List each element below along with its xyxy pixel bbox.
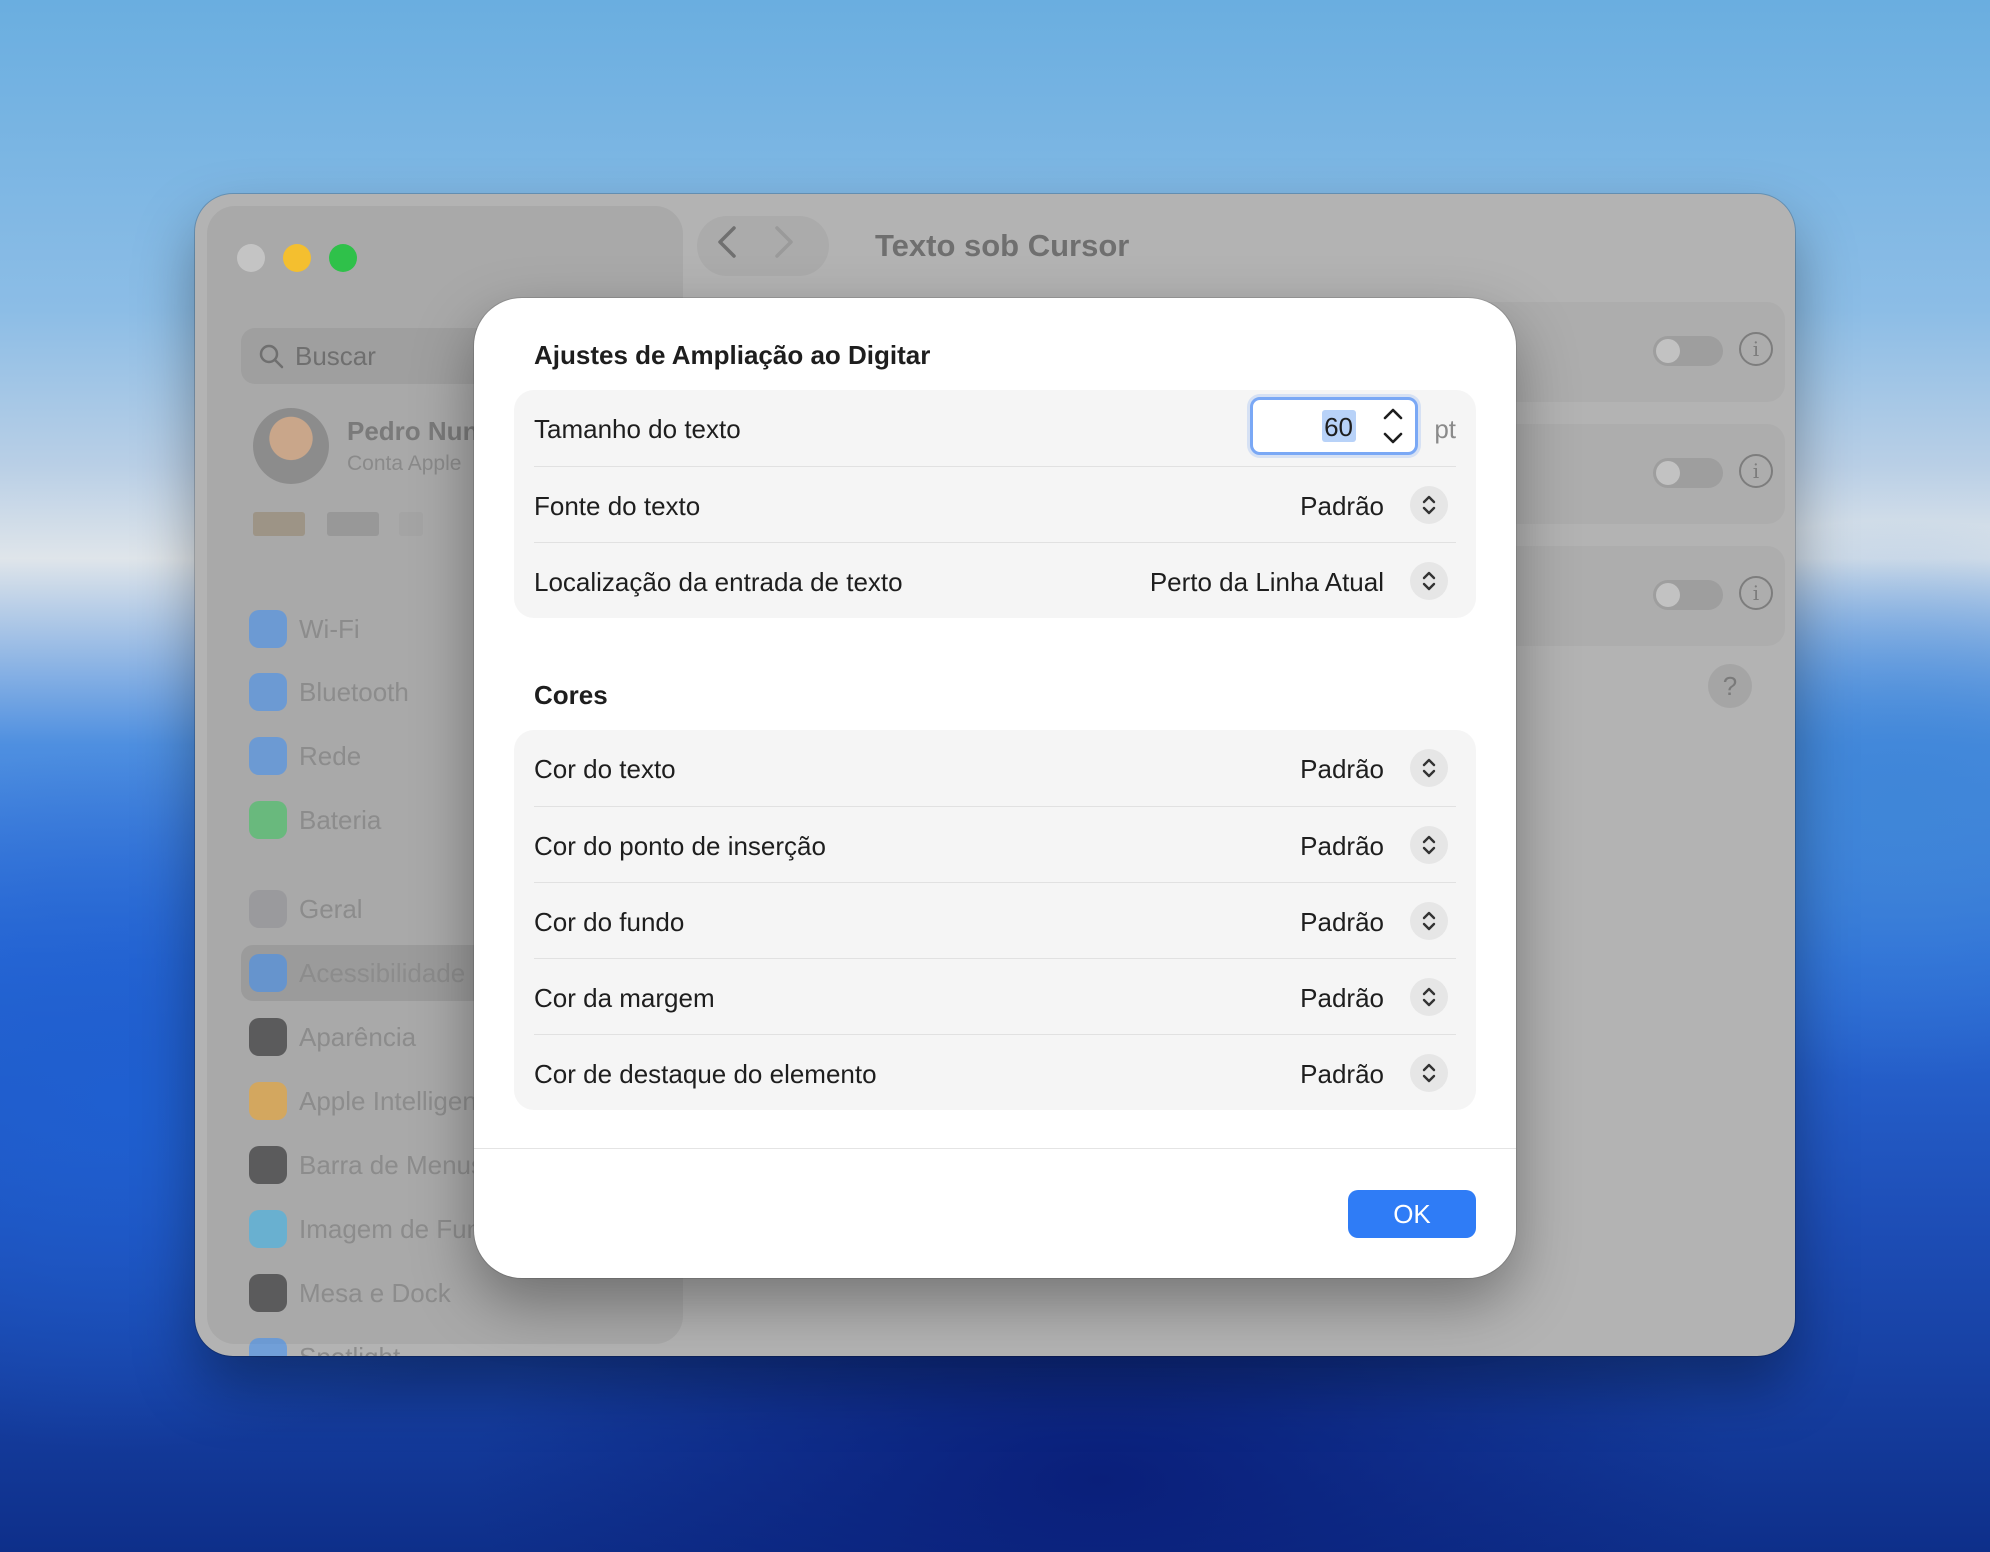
sidebar-item-label: Spotlight [299, 1342, 400, 1356]
popup-chevron-icon[interactable] [1410, 826, 1448, 864]
toggle-switch[interactable] [1653, 336, 1723, 366]
row-label: Cor do texto [534, 754, 676, 784]
text-size-row: Tamanho do texto pt [534, 390, 1456, 466]
location-row[interactable]: Localização da entrada de texto Perto da… [534, 542, 1456, 619]
accessibility-icon [249, 954, 287, 992]
text-size-label: Tamanho do texto [534, 414, 741, 444]
wifi-icon [249, 610, 287, 648]
popup-chevron-icon[interactable] [1410, 978, 1448, 1016]
row-value: Padrão [1300, 754, 1384, 784]
popup-chevron-icon[interactable] [1410, 1054, 1448, 1092]
sidebar-item-label: Mesa e Dock [299, 1278, 451, 1308]
row-value: Padrão [1300, 907, 1384, 937]
family-avatar[interactable] [327, 512, 379, 536]
divider [474, 1148, 1516, 1149]
back-chevron-icon[interactable] [700, 214, 756, 270]
text-size-input[interactable] [1301, 412, 1353, 442]
row-label: Cor do ponto de inserção [534, 831, 826, 861]
typing-settings-group: Tamanho do texto pt Fonte do texto Padrã… [514, 390, 1476, 618]
info-icon[interactable]: i [1739, 332, 1773, 366]
sidebar-item-label: Barra de Menus [299, 1150, 484, 1180]
spotlight-icon [249, 1338, 287, 1356]
row-label: Cor da margem [534, 983, 715, 1013]
search-icon [259, 344, 284, 369]
wallpaper-icon [249, 1210, 287, 1248]
popup-chevron-icon[interactable] [1410, 486, 1448, 524]
sidebar-item-label: Bluetooth [299, 677, 409, 707]
toggle-switch[interactable] [1653, 458, 1723, 488]
row-value: Padrão [1300, 983, 1384, 1013]
help-button[interactable]: ? [1708, 664, 1752, 708]
border-color-row[interactable]: Cor da margem Padrão [534, 958, 1456, 1035]
menubar-icon [249, 1146, 287, 1184]
apple-intelligence-icon [249, 1082, 287, 1120]
family-avatar[interactable] [399, 512, 423, 536]
row-label: Cor de destaque do elemento [534, 1059, 877, 1089]
battery-icon [249, 801, 287, 839]
forward-chevron-icon[interactable] [755, 214, 811, 270]
unit-label: pt [1434, 414, 1456, 444]
profile-subtitle: Conta Apple [347, 452, 462, 475]
sidebar-item-label: Aparência [299, 1022, 417, 1052]
bluetooth-icon [249, 673, 287, 711]
globe-icon [249, 737, 287, 775]
background-color-row[interactable]: Cor do fundo Padrão [534, 882, 1456, 959]
text-size-stepper[interactable] [1250, 397, 1418, 455]
highlight-color-row[interactable]: Cor de destaque do elemento Padrão [534, 1034, 1456, 1111]
location-label: Localização da entrada de texto [534, 567, 903, 597]
search-placeholder: Buscar [295, 341, 376, 371]
popup-chevron-icon[interactable] [1410, 749, 1448, 787]
section-title: Cores [534, 680, 608, 710]
section-title: Ajustes de Ampliação ao Digitar [534, 340, 931, 370]
row-value: Padrão [1300, 1059, 1384, 1089]
ok-button[interactable]: OK [1348, 1190, 1476, 1238]
row-label: Cor do fundo [534, 907, 685, 937]
appearance-icon [249, 1018, 287, 1056]
close-button[interactable] [237, 244, 265, 272]
stepper-arrows-icon[interactable] [1379, 404, 1407, 448]
row-value: Padrão [1300, 831, 1384, 861]
popup-chevron-icon[interactable] [1410, 562, 1448, 600]
sidebar-item-label: Rede [299, 741, 362, 771]
typing-zoom-settings-dialog: Ajustes de Ampliação ao Digitar Tamanho … [474, 298, 1516, 1278]
sidebar-item-label: Wi-Fi [299, 614, 360, 644]
sidebar-item-label: Geral [299, 894, 363, 924]
sidebar-item-label: Acessibilidade [299, 958, 466, 988]
dock-icon [249, 1274, 287, 1312]
info-icon[interactable]: i [1739, 454, 1773, 488]
minimize-button[interactable] [283, 244, 311, 272]
font-value: Padrão [1300, 491, 1384, 521]
font-row[interactable]: Fonte do texto Padrão [534, 466, 1456, 543]
family-avatar[interactable] [253, 512, 305, 536]
sidebar-item-label: Bateria [299, 805, 382, 835]
colors-group: Cor do texto Padrão Cor do ponto de inse… [514, 730, 1476, 1110]
window-title: Texto sob Cursor [875, 228, 1130, 263]
avatar[interactable] [253, 408, 329, 484]
text-color-row[interactable]: Cor do texto Padrão [534, 730, 1456, 806]
toggle-switch[interactable] [1653, 580, 1723, 610]
font-label: Fonte do texto [534, 491, 701, 521]
zoom-button[interactable] [329, 244, 357, 272]
popup-chevron-icon[interactable] [1410, 902, 1448, 940]
info-icon[interactable]: i [1739, 576, 1773, 610]
sidebar-item-spotlight[interactable]: Spotlight [241, 1329, 681, 1356]
gear-icon [249, 890, 287, 928]
location-value: Perto da Linha Atual [1149, 567, 1384, 597]
insertion-point-color-row[interactable]: Cor do ponto de inserção Padrão [534, 806, 1456, 883]
